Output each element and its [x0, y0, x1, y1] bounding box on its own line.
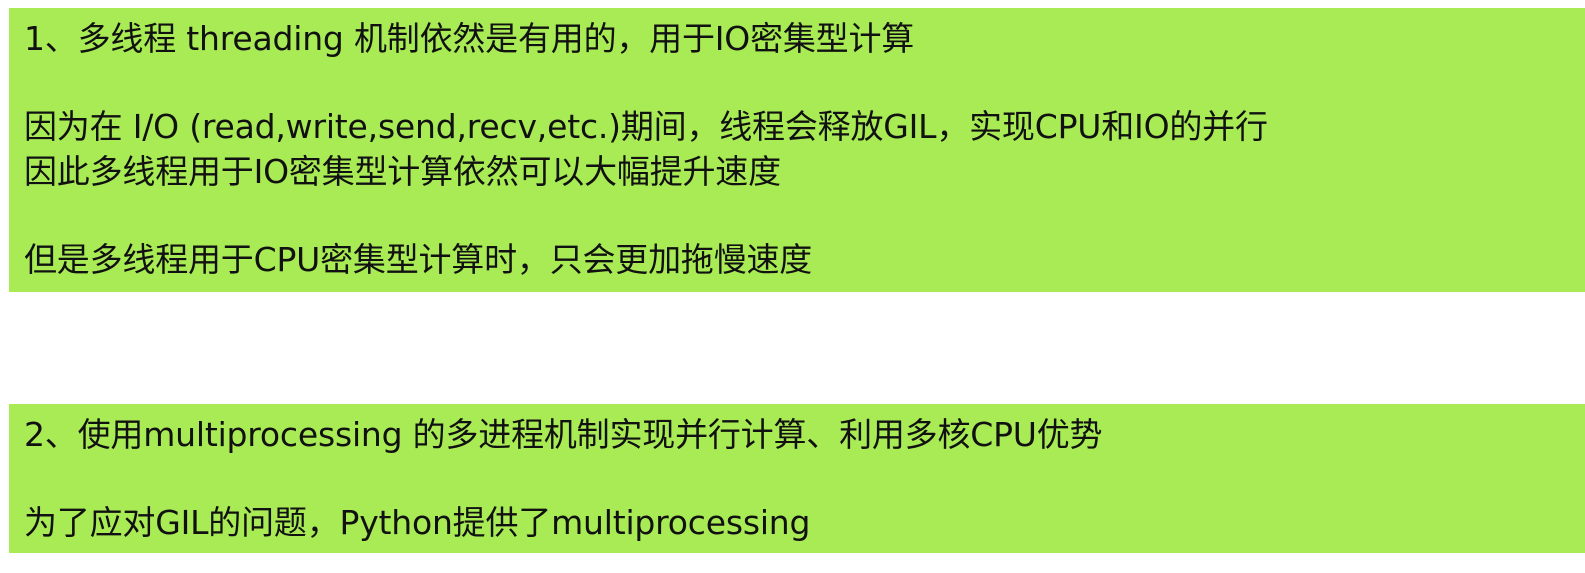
multiprocessing-note-block: 2、使用multiprocessing 的多进程机制实现并行计算、利用多核CPU… [9, 404, 1585, 553]
threading-heading: 1、多线程 threading 机制依然是有用的，用于IO密集型计算 [24, 19, 915, 58]
io-speedup-text: 因此多线程用于IO密集型计算依然可以大幅提升速度 [24, 152, 781, 191]
multiprocessing-heading: 2、使用multiprocessing 的多进程机制实现并行计算、利用多核CPU… [24, 415, 1103, 454]
threading-note-block: 1、多线程 threading 机制依然是有用的，用于IO密集型计算 因为在 I… [9, 8, 1585, 292]
multiprocessing-gil-text: 为了应对GIL的问题，Python提供了multiprocessing [24, 503, 811, 542]
gil-release-text: 因为在 I/O (read,write,send,recv,etc.)期间，线程… [24, 107, 1268, 146]
cpu-slowdown-text: 但是多线程用于CPU密集型计算时，只会更加拖慢速度 [24, 240, 813, 279]
